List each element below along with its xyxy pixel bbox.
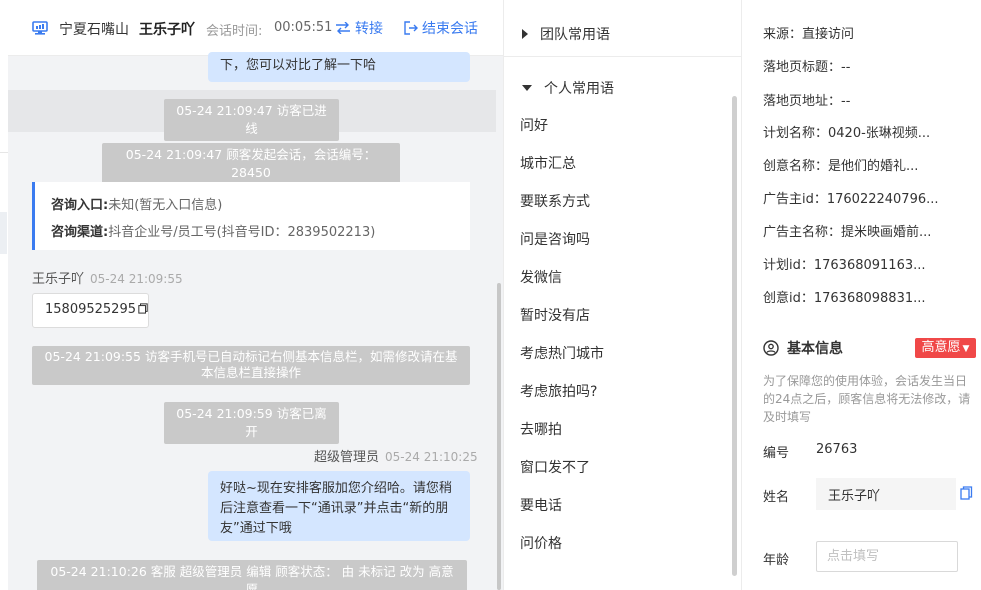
personal-phrases-group[interactable]: 个人常用语 [522, 78, 614, 98]
phrase-item[interactable]: 问好 [520, 115, 548, 135]
agent-message-bubble: 好哒~现在安排客服加您介绍哈。请您稍后注意查看一下“通讯录”并点击“新的朋友”通… [208, 471, 470, 541]
copy-icon[interactable] [960, 486, 973, 500]
system-message-session-start: 05-24 21:09:47 顾客发起会话，会话编号：28450 [102, 143, 400, 185]
customer-info-panel: 来源：直接访问 落地页标题：-- 落地页地址：-- 计划名称：0420-张琳视频… [742, 0, 981, 590]
chat-header: 宁夏石嘴山 王乐子吖 会话时间: 00:05:51 转接 结束会话 [8, 0, 503, 56]
left-nav-selected-item[interactable] [0, 212, 7, 254]
phrase-item[interactable]: 问价格 [520, 533, 562, 553]
transfer-label: 转接 [355, 21, 383, 37]
intent-badge[interactable]: 高意愿 ▼ [915, 338, 976, 358]
phrase-item[interactable]: 要联系方式 [520, 191, 590, 211]
entry-value: 未知(暂无入口信息) [108, 198, 223, 213]
personal-phrases-label: 个人常用语 [544, 81, 614, 97]
monitor-icon [32, 21, 48, 39]
caret-right-icon [522, 29, 528, 39]
left-nav-strip [0, 0, 8, 590]
chat-panel: 宁夏石嘴山 王乐子吖 会话时间: 00:05:51 转接 结束会话 下，您可以对… [8, 0, 503, 590]
visitor-message-name: 王乐子吖 [32, 272, 85, 287]
plan-id-row: 计划id：176368091163... [763, 258, 926, 273]
phrase-item[interactable]: 问是咨询吗 [520, 229, 590, 249]
age-label: 年龄 [763, 553, 790, 568]
visitor-message-time: 05-24 21:09:55 [90, 272, 183, 286]
phrase-item[interactable]: 窗口发不了 [520, 457, 590, 477]
transfer-icon [336, 22, 350, 34]
id-value: 26763 [816, 442, 858, 457]
team-phrases-group[interactable]: 团队常用语 [522, 24, 610, 44]
visitor-name: 王乐子吖 [139, 22, 195, 38]
phrases-panel: 团队常用语 个人常用语 问好 城市汇总 要联系方式 问是咨询吗 发微信 暂时没有… [503, 0, 743, 590]
intent-label: 高意愿 [921, 340, 961, 355]
transfer-button[interactable]: 转接 [335, 18, 383, 38]
system-message-phone-marked: 05-24 21:09:55 访客手机号已自动标记右侧基本信息栏，如需修改请在基… [32, 346, 470, 385]
phrases-divider [504, 56, 743, 57]
advertiser-name-row: 广告主名称：提米映画婚前... [763, 225, 932, 240]
creative-id-row: 创意id：176368098831... [763, 291, 926, 306]
basic-info-label: 基本信息 [787, 341, 843, 357]
visitor-message-meta: 王乐子吖 05-24 21:09:55 [32, 268, 183, 287]
name-label: 姓名 [763, 490, 790, 505]
consult-info-card: 咨询入口:未知(暂无入口信息) 咨询渠道:抖音企业号/员工号(抖音号ID：283… [32, 182, 470, 250]
user-icon [763, 340, 779, 356]
age-input[interactable] [816, 541, 958, 572]
visitor-phone-number: 15809525295 [45, 302, 136, 317]
session-time: 00:05:51 [274, 20, 333, 35]
caret-down-icon [522, 85, 532, 91]
advertiser-id-row: 广告主id：176022240796... [763, 192, 939, 207]
phrase-item[interactable]: 城市汇总 [520, 153, 576, 173]
caret-down-icon: ▼ [962, 344, 970, 354]
phrase-item[interactable]: 要电话 [520, 495, 562, 515]
id-label: 编号 [763, 446, 790, 461]
chat-scrollbar[interactable] [497, 283, 501, 590]
agent-message-meta: 超级管理员 05-24 21:10:25 [314, 446, 478, 465]
end-session-label: 结束会话 [422, 21, 478, 37]
phrase-item[interactable]: 考虑热门城市 [520, 343, 604, 363]
agent-message-bubble-partial: 下，您可以对比了解一下哈 [208, 52, 470, 82]
copy-icon[interactable] [138, 302, 148, 315]
name-field[interactable]: 王乐子吖 [816, 478, 956, 510]
channel-label: 咨询渠道: [51, 225, 109, 240]
system-message-status-change: 05-24 21:10:26 客服 超级管理员 编辑 顾客状态： 由 未标记 改… [37, 560, 467, 590]
agent-message-time: 05-24 21:10:25 [385, 450, 478, 464]
agent-message-name: 超级管理员 [314, 450, 380, 465]
landing-title-row: 落地页标题：-- [763, 60, 851, 75]
exit-icon [404, 21, 418, 35]
plan-name-row: 计划名称：0420-张琳视频... [763, 126, 931, 141]
left-nav-divider [0, 152, 8, 153]
basic-info-note: 为了保障您的使用体验，会话发生当日的24点之后，顾客信息将无法修改，请及时填写 [763, 374, 971, 424]
phrase-item[interactable]: 发微信 [520, 267, 562, 287]
session-time-label: 会话时间: [206, 24, 263, 39]
basic-info-title: 基本信息 [763, 338, 843, 358]
team-phrases-label: 团队常用语 [540, 27, 610, 43]
channel-value: 抖音企业号/员工号(抖音号ID：2839502213) [108, 225, 376, 240]
phrases-scrollbar[interactable] [732, 96, 737, 576]
system-message-left: 05-24 21:09:59 访客已离开 [164, 402, 339, 444]
end-session-button[interactable]: 结束会话 [404, 18, 478, 38]
creative-name-row: 创意名称：是他们的婚礼... [763, 159, 919, 174]
phrase-item[interactable]: 暂时没有店 [520, 305, 590, 325]
shop-name: 宁夏石嘴山 [59, 22, 129, 38]
system-message-entered: 05-24 21:09:47 访客已进线 [164, 99, 339, 141]
source-row: 来源：直接访问 [763, 27, 855, 42]
phrase-item[interactable]: 考虑旅拍吗? [520, 381, 597, 401]
visitor-phone-message[interactable]: 15809525295 [32, 293, 149, 328]
landing-url-row: 落地页地址：-- [763, 94, 851, 109]
entry-label: 咨询入口: [51, 198, 109, 213]
phrase-item[interactable]: 去哪拍 [520, 419, 562, 439]
